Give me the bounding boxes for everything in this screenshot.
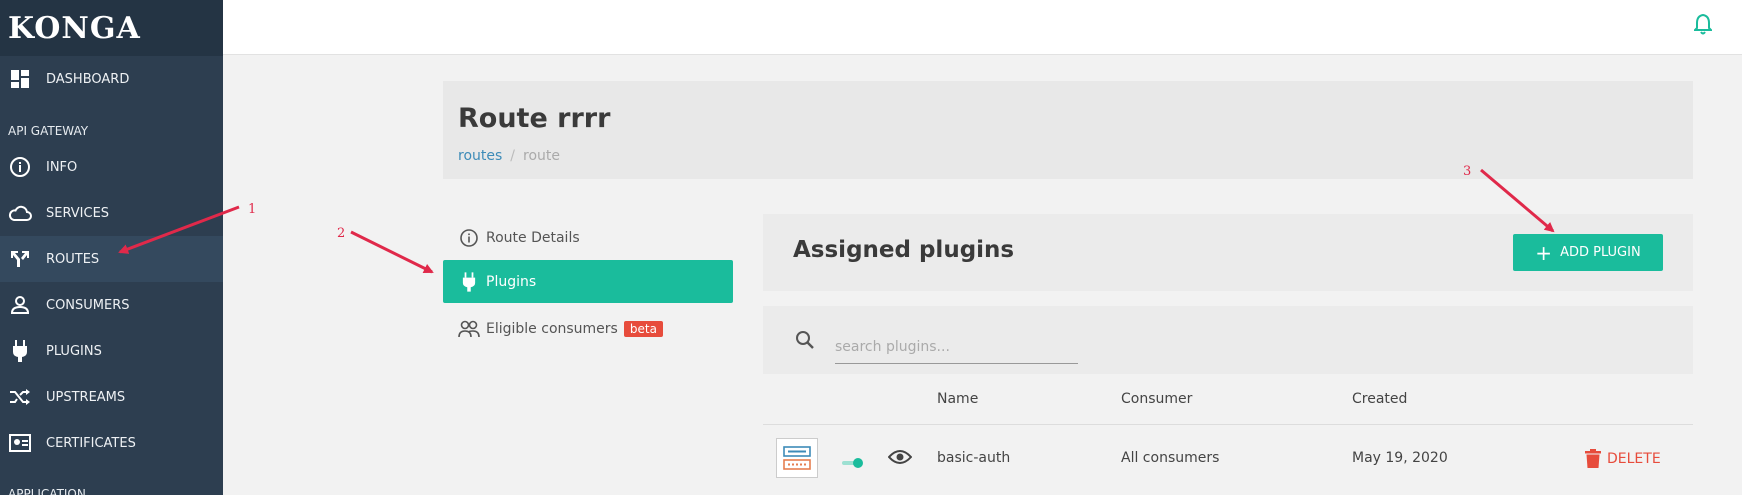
sidebar-item-label: DASHBOARD [46, 71, 130, 87]
plugin-consumer: All consumers [1121, 450, 1220, 466]
sidebar-item-label: CONSUMERS [46, 297, 130, 313]
annotation-number-2: 2 [337, 226, 346, 241]
shuffle-icon [8, 385, 32, 409]
dashboard-icon [8, 67, 32, 91]
delete-button[interactable]: DELETE [1585, 449, 1661, 469]
search-bar [763, 306, 1693, 374]
sidebar-item-certificates[interactable]: CERTIFICATES [0, 420, 223, 466]
section-heading-api-gateway: API GATEWAY [8, 124, 89, 138]
sidebar-item-label: UPSTREAMS [46, 389, 126, 405]
top-bar [223, 0, 1742, 55]
annotation-arrow-2 [350, 230, 434, 274]
plug-icon [8, 339, 32, 363]
column-header-consumer[interactable]: Consumer [1121, 391, 1192, 407]
plug-icon [458, 271, 480, 292]
breadcrumb-current: route [523, 148, 561, 164]
info-icon [8, 155, 32, 179]
search-icon [795, 330, 815, 354]
tab-label: Route Details [486, 229, 580, 246]
add-plugin-button[interactable]: + ADD PLUGIN [1513, 234, 1663, 271]
sidebar-item-label: SERVICES [46, 205, 110, 221]
user-icon [8, 293, 32, 317]
annotation-number-3: 3 [1463, 164, 1472, 179]
sidebar-item-dashboard[interactable]: DASHBOARD [0, 56, 223, 102]
page-header: Route rrrr routes / route [443, 81, 1693, 179]
breadcrumb-separator: / [510, 148, 516, 164]
bell-icon[interactable] [1692, 13, 1714, 39]
plus-icon: + [1535, 240, 1553, 265]
sidebar-item-consumers[interactable]: CONSUMERS [0, 282, 223, 328]
eye-icon[interactable] [887, 448, 913, 470]
routes-icon [8, 247, 32, 271]
breadcrumb-link-routes[interactable]: routes [458, 148, 502, 164]
sidebar-item-upstreams[interactable]: UPSTREAMS [0, 374, 223, 420]
tab-eligible-consumers[interactable]: Eligible consumers beta [443, 307, 733, 350]
sidebar-item-plugins[interactable]: PLUGINS [0, 328, 223, 374]
logo[interactable]: KONGA [0, 0, 223, 56]
info-icon [458, 228, 480, 248]
tab-label: Plugins [486, 273, 537, 290]
column-header-created[interactable]: Created [1352, 391, 1407, 407]
tab-plugins[interactable]: Plugins [443, 260, 733, 303]
certificate-icon [8, 431, 32, 455]
sidebar: KONGA DASHBOARD API GATEWAY INFO SERVICE… [0, 0, 223, 495]
sidebar-item-info[interactable]: INFO [0, 144, 223, 190]
add-plugin-label: ADD PLUGIN [1560, 245, 1641, 260]
logo-text: KONGA [8, 10, 141, 46]
section-heading-application: APPLICATION [8, 487, 86, 495]
page-title: Route rrrr [458, 103, 611, 134]
sidebar-item-label: INFO [46, 159, 78, 175]
plugin-enabled-toggle[interactable] [842, 453, 864, 468]
delete-label: DELETE [1607, 451, 1661, 467]
plugins-header: Assigned plugins + ADD PLUGIN [763, 214, 1693, 291]
cloud-icon [8, 201, 32, 225]
search-input[interactable] [835, 330, 1078, 364]
sidebar-item-routes[interactable]: ROUTES [0, 236, 223, 282]
tab-route-details[interactable]: Route Details [443, 216, 733, 259]
plugin-name[interactable]: basic-auth [937, 450, 1010, 466]
plugin-thumbnail-icon [776, 438, 818, 478]
section-title: Assigned plugins [793, 237, 1015, 263]
annotation-number-1: 1 [248, 202, 257, 217]
breadcrumb: routes / route [458, 148, 560, 164]
sidebar-item-label: PLUGINS [46, 343, 102, 359]
users-icon [458, 320, 480, 338]
column-header-name[interactable]: Name [937, 391, 978, 407]
trash-icon [1585, 449, 1601, 468]
table-divider [763, 424, 1693, 425]
sidebar-item-label: ROUTES [46, 251, 100, 267]
sidebar-item-services[interactable]: SERVICES [0, 190, 223, 236]
sidebar-item-label: CERTIFICATES [46, 435, 136, 451]
tab-label: Eligible consumers [486, 320, 618, 337]
plugin-created-date: May 19, 2020 [1352, 450, 1448, 466]
beta-badge: beta [623, 320, 663, 337]
